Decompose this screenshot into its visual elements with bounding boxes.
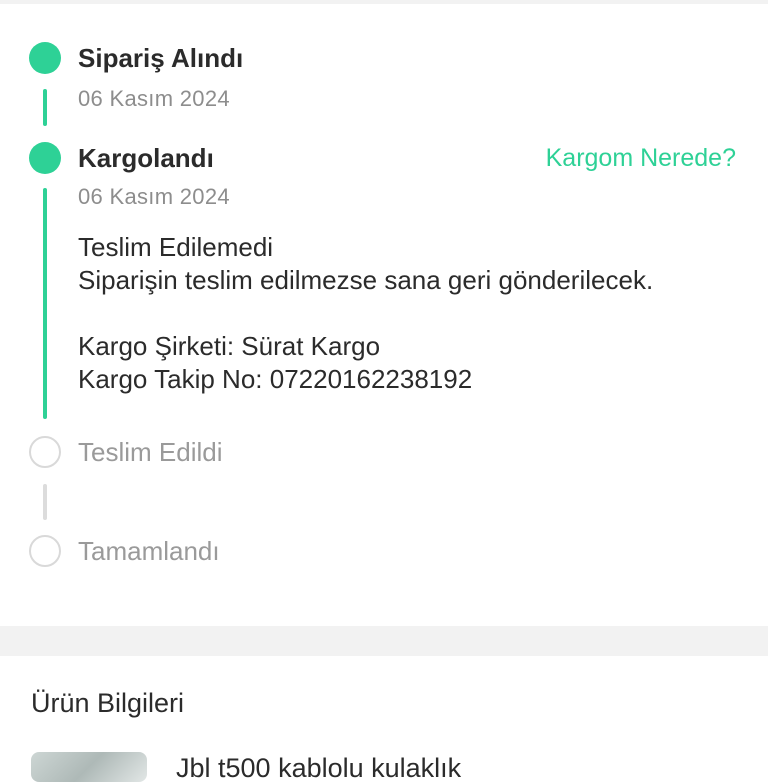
step-ordered-check-dot-icon: [29, 42, 61, 74]
cargo-carrier: Kargo Şirketi: Sürat Kargo: [78, 331, 381, 361]
step-completed-empty-circle-icon: [29, 535, 61, 567]
step-connector-line: [43, 484, 47, 520]
cargo-tracking-number: Kargo Takip No: 07220162238192: [78, 364, 473, 394]
delivery-status-title: Teslim Edilemedi: [78, 232, 274, 262]
step-delivered-empty-circle-icon: [29, 436, 61, 468]
step-connector-line: [43, 89, 47, 126]
step-completed-title: Tamamlandı: [78, 536, 220, 566]
step-shipped-check-dot-icon: [29, 142, 61, 174]
product-info-heading: Ürün Bilgileri: [31, 688, 185, 718]
step-ordered-date: 06 Kasım 2024: [78, 86, 230, 111]
where-is-my-cargo-link[interactable]: Kargom Nerede?: [546, 143, 736, 173]
section-divider: [0, 626, 768, 656]
step-delivered-title: Teslim Edildi: [78, 437, 223, 467]
product-name[interactable]: Jbl t500 kablolu kulaklık: [176, 752, 461, 784]
shipment-details: Teslim Edilemedi Siparişin teslim edilme…: [78, 231, 653, 396]
delivery-status-message: Siparişin teslim edilmezse sana geri gön…: [78, 265, 654, 295]
step-ordered-title: Sipariş Alındı: [78, 43, 244, 73]
step-connector-line: [43, 188, 47, 419]
product-image[interactable]: [31, 752, 147, 782]
order-status-timeline: Sipariş Alındı 06 Kasım 2024 Kargolandı …: [0, 0, 768, 626]
step-shipped-title: Kargolandı: [78, 143, 214, 173]
step-shipped-date: 06 Kasım 2024: [78, 184, 230, 209]
